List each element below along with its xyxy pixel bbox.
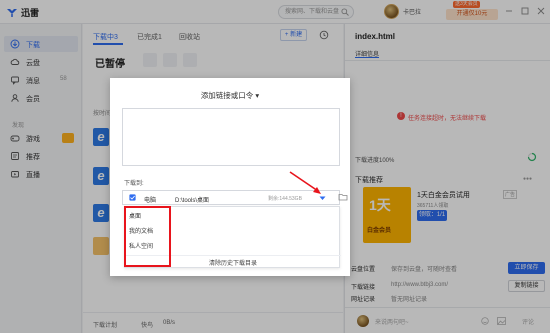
chevron-down-icon[interactable] <box>319 196 326 201</box>
annotation-arrow-icon <box>289 171 321 194</box>
download-path: D:\tools\桌面 <box>175 198 210 204</box>
checkbox-icon[interactable] <box>129 194 136 201</box>
chevron-down-icon: ▾ <box>255 91 260 100</box>
folder-icon[interactable] <box>338 192 348 202</box>
annotation-highlight-box <box>124 206 171 267</box>
download-to-label: 下载到: <box>124 181 144 187</box>
link-input[interactable] <box>122 108 340 166</box>
target-device: 电脑 <box>144 198 157 204</box>
free-space: 剩余:144.53GB <box>268 196 302 202</box>
dialog-title[interactable]: 添加链接或口令 ▾ <box>110 90 350 101</box>
